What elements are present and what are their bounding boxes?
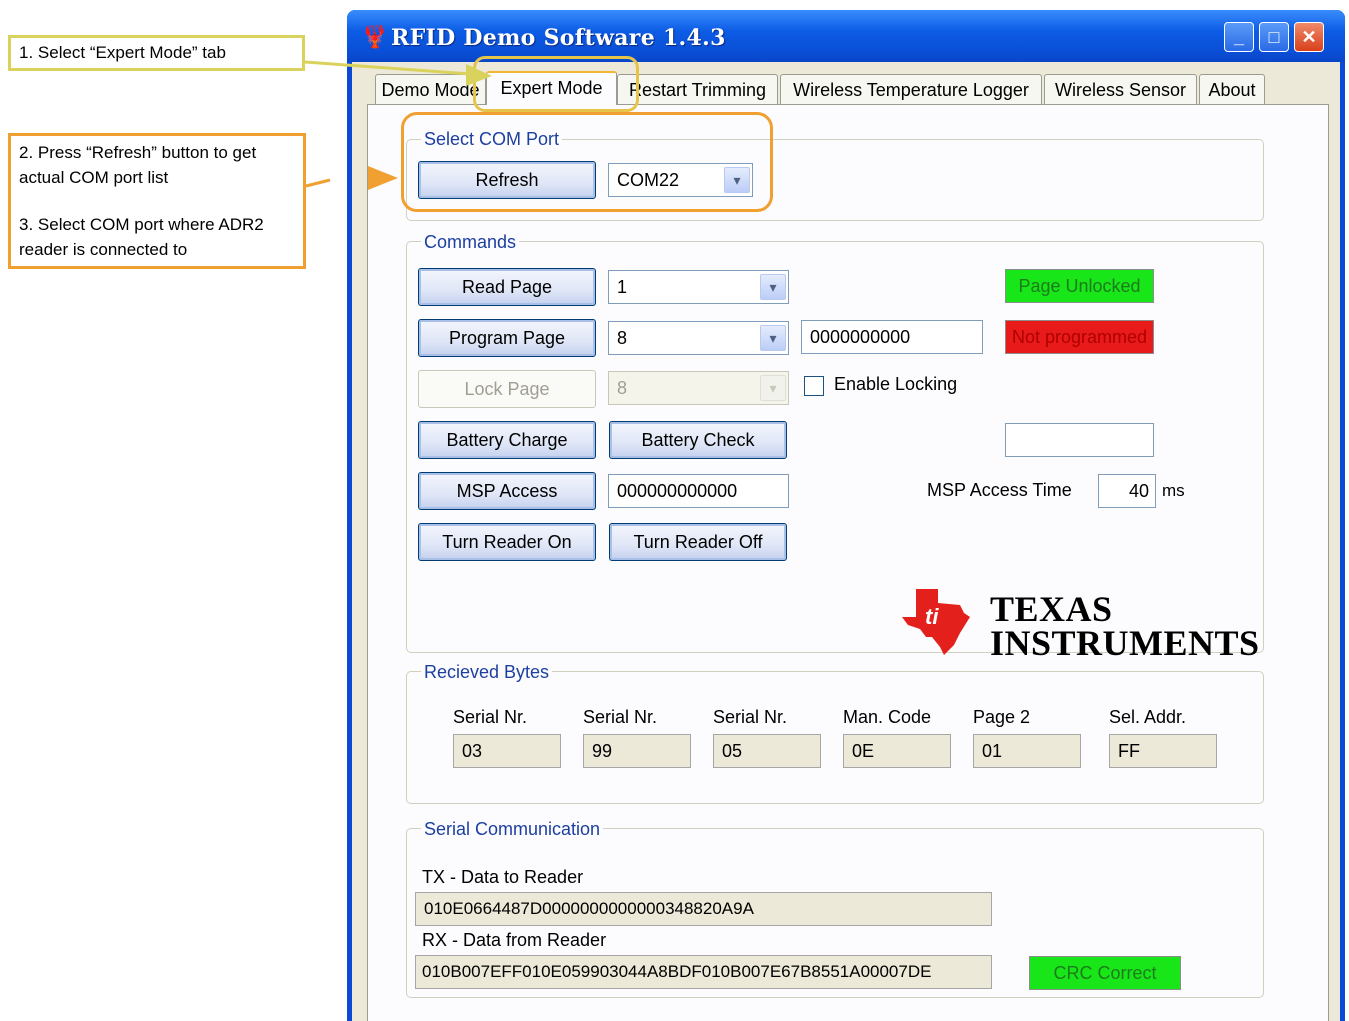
enable-locking-checkbox[interactable] — [804, 376, 824, 396]
lock-page-value: 8 — [617, 378, 628, 398]
maximize-icon: □ — [1268, 27, 1280, 47]
turn-reader-off-button-label: Turn Reader Off — [633, 532, 763, 552]
battery-check-button-label: Battery Check — [641, 430, 755, 450]
program-page-value: 8 — [617, 328, 628, 348]
tab-label: Wireless Sensor — [1054, 80, 1187, 100]
received-bytes-group-title: Recieved Bytes — [421, 662, 553, 682]
annotation-step-3-text: 3. Select COM port where ADR2 reader is … — [19, 215, 264, 259]
ti-logo: ti TEXAS INSTRUMENTS — [898, 583, 1260, 663]
received-serial-2-field: 99 — [583, 734, 691, 768]
chevron-down-icon[interactable]: ▾ — [760, 274, 786, 300]
battery-charge-button[interactable]: Battery Charge — [418, 421, 596, 459]
minimize-icon: _ — [1233, 27, 1244, 47]
battery-charge-button-label: Battery Charge — [446, 430, 568, 450]
page-status-badge: Page Unlocked — [1005, 269, 1154, 303]
tab-wireless-temperature-logger[interactable]: Wireless Temperature Logger — [780, 74, 1042, 104]
annotation-step-1: 1. Select “Expert Mode” tab — [8, 35, 305, 71]
received-man-code-field: 0E — [843, 734, 951, 768]
received-sel-addr-field: FF — [1109, 734, 1217, 768]
msp-access-time-label: MSP Access Time — [927, 480, 1072, 500]
window-title: RFID Demo Software 1.4.3 — [391, 25, 726, 51]
received-serial-3-field: 05 — [713, 734, 821, 768]
tab-expert-mode[interactable]: Expert Mode — [486, 71, 617, 105]
ti-logo-text-line1: TEXAS — [990, 589, 1113, 629]
commands-group-title: Commands — [421, 232, 520, 252]
read-page-button-label: Read Page — [461, 277, 553, 297]
chevron-down-icon[interactable]: ▾ — [760, 325, 786, 351]
tx-label: TX - Data to Reader — [422, 867, 584, 887]
chevron-down-icon: ▾ — [760, 375, 786, 401]
turn-reader-on-button-label: Turn Reader On — [442, 532, 572, 552]
msp-access-time-unit: ms — [1162, 481, 1185, 500]
tab-label: Wireless Temperature Logger — [793, 80, 1029, 100]
ti-logo-text-line2: INSTRUMENTS — [990, 623, 1260, 663]
minimize-button[interactable]: _ — [1224, 22, 1254, 52]
read-page-select[interactable]: 1 ▾ — [608, 270, 789, 304]
battery-status-field — [1005, 423, 1154, 457]
read-page-button[interactable]: Read Page — [418, 268, 596, 306]
title-bar[interactable]: 🦞 RFID Demo Software 1.4.3 _ □ ✕ — [347, 10, 1345, 62]
program-page-button[interactable]: Program Page — [418, 319, 596, 357]
expert-mode-panel: Select COM Port Refresh COM22 ▾ Commands… — [367, 104, 1329, 1021]
received-page-2-field: 01 — [973, 734, 1081, 768]
arrow-to-com-group — [305, 178, 331, 188]
lock-page-button-label: Lock Page — [464, 379, 550, 399]
received-label-man-code: Man. Code — [843, 707, 932, 727]
close-icon: ✕ — [1301, 27, 1317, 47]
msp-access-button-label: MSP Access — [456, 481, 558, 501]
enable-locking-label: Enable Locking — [834, 374, 958, 394]
received-serial-1-field: 03 — [453, 734, 561, 768]
read-page-value: 1 — [617, 277, 628, 297]
turn-reader-off-button[interactable]: Turn Reader Off — [609, 523, 787, 561]
tab-label: Restart Trimming — [628, 80, 767, 100]
highlight-com-port-group — [401, 112, 773, 212]
tab-wireless-sensor[interactable]: Wireless Sensor — [1044, 74, 1197, 104]
ti-state-icon: ti — [902, 589, 970, 655]
received-label-serial-1: Serial Nr. — [453, 707, 528, 727]
tab-label: Expert Mode — [500, 78, 603, 98]
close-button[interactable]: ✕ — [1294, 22, 1324, 52]
tab-about[interactable]: About — [1199, 74, 1265, 104]
ti-logo-icon: 🦞 — [361, 24, 389, 49]
rx-label: RX - Data from Reader — [422, 930, 607, 950]
lock-page-select[interactable]: 8 ▾ — [608, 371, 789, 405]
rx-data-field: 010B007EFF010E059903044A8BDF010B007E67B8… — [415, 955, 992, 989]
crc-status-badge: CRC Correct — [1029, 956, 1181, 990]
lock-page-button[interactable]: Lock Page — [418, 370, 596, 408]
annotation-step-2-text: 2. Press “Refresh” button to get actual … — [19, 143, 257, 187]
annotation-step-1-text: 1. Select “Expert Mode” tab — [19, 43, 226, 62]
tab-label: Demo Mode — [381, 80, 480, 100]
tab-demo-mode[interactable]: Demo Mode — [375, 74, 486, 104]
serial-communication-group-title: Serial Communication — [421, 819, 604, 839]
received-label-serial-3: Serial Nr. — [713, 707, 788, 727]
program-page-button-label: Program Page — [448, 328, 566, 348]
received-label-sel-addr: Sel. Addr. — [1109, 707, 1187, 727]
received-label-serial-2: Serial Nr. — [583, 707, 658, 727]
program-page-select[interactable]: 8 ▾ — [608, 321, 789, 355]
msp-access-button[interactable]: MSP Access — [418, 472, 596, 510]
turn-reader-on-button[interactable]: Turn Reader On — [418, 523, 596, 561]
maximize-button[interactable]: □ — [1259, 22, 1289, 52]
tab-restart-trimming[interactable]: Restart Trimming — [617, 74, 778, 104]
msp-access-input[interactable]: 000000000000 — [608, 474, 789, 508]
svg-text:ti: ti — [925, 604, 939, 629]
program-status-badge: Not programmed — [1005, 320, 1154, 354]
tx-data-field: 010E0664487D0000000000000348820A9A — [415, 892, 992, 926]
tab-label: About — [1208, 80, 1256, 100]
program-data-input[interactable]: 0000000000 — [801, 320, 983, 354]
received-label-page-2: Page 2 — [973, 707, 1031, 727]
battery-check-button[interactable]: Battery Check — [609, 421, 787, 459]
msp-access-time-input[interactable]: 40 — [1098, 474, 1156, 508]
annotation-steps-2-3: 2. Press “Refresh” button to get actual … — [8, 133, 306, 269]
